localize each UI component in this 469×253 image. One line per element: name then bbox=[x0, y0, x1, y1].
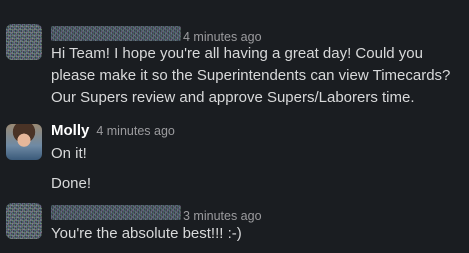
message-header: 4 minutes ago bbox=[51, 26, 262, 44]
timestamp[interactable]: 4 minutes ago bbox=[96, 124, 175, 138]
message-text: You're the absolute best!!! :-) bbox=[51, 223, 466, 245]
timestamp[interactable]: 4 minutes ago bbox=[183, 30, 262, 44]
message-line: On it! bbox=[51, 145, 87, 162]
message-line: You're the absolute best!!! :-) bbox=[51, 225, 242, 242]
author-name-redacted[interactable] bbox=[51, 205, 181, 220]
message-line: Hi Team! I hope you're all having a grea… bbox=[51, 45, 423, 62]
timestamp[interactable]: 3 minutes ago bbox=[183, 209, 262, 223]
author-name[interactable]: Molly bbox=[51, 122, 89, 139]
message-header: Molly 4 minutes ago bbox=[51, 122, 175, 139]
message-line: please make it so the Superintendents ca… bbox=[51, 67, 451, 84]
message-text: Hi Team! I hope you're all having a grea… bbox=[51, 43, 466, 109]
avatar[interactable] bbox=[6, 24, 42, 60]
message-text: On it! bbox=[51, 143, 466, 165]
message-line: Done! bbox=[51, 175, 92, 192]
avatar[interactable] bbox=[6, 124, 42, 160]
author-name-redacted[interactable] bbox=[51, 26, 181, 41]
avatar[interactable] bbox=[6, 203, 42, 239]
message-line: Our Supers review and approve Supers/Lab… bbox=[51, 89, 415, 106]
message-text: Done! bbox=[51, 173, 466, 195]
message-header: 3 minutes ago bbox=[51, 205, 262, 223]
